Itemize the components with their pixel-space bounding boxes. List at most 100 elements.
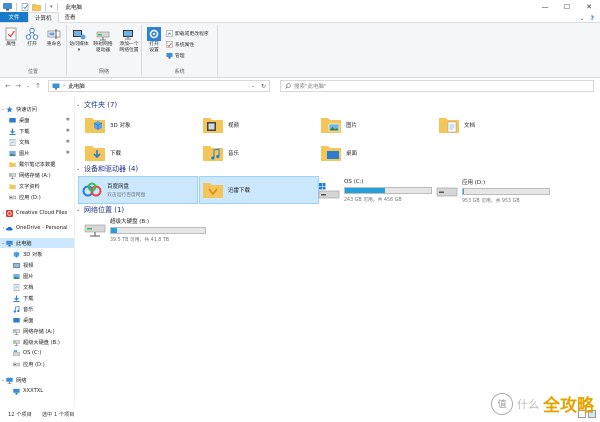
- address-dropdown-icon[interactable]: ⌄: [251, 81, 255, 92]
- nav-item-pictures[interactable]: 图片 ✱: [0, 148, 74, 158]
- forward-button[interactable]: →: [13, 80, 23, 92]
- network-drive-icon: [9, 172, 16, 179]
- up-button[interactable]: ↑: [33, 80, 43, 92]
- tab-computer[interactable]: 计算机: [28, 12, 59, 23]
- folder-music[interactable]: 音乐: [200, 140, 313, 166]
- folder-downloads[interactable]: 下载: [82, 140, 195, 166]
- pin-icon: ✱: [65, 117, 70, 123]
- drive-icon: [9, 195, 16, 199]
- recent-locations-dropdown[interactable]: ⌄: [23, 80, 33, 92]
- nav-pc-super-disk-b[interactable]: 超级大硬盘 (B:): [0, 337, 74, 347]
- pin-icon: ✱: [65, 139, 70, 145]
- drive-usage-fill: [111, 228, 117, 233]
- system-properties-button[interactable]: 系统属性: [166, 41, 194, 48]
- this-pc-icon: [52, 83, 60, 89]
- nav-quick-access[interactable]: ⌄ 快速访问: [0, 104, 74, 114]
- uninstall-icon: [166, 30, 173, 37]
- address-bar[interactable]: › 此电脑 ⌄ ↻: [48, 80, 270, 92]
- collapse-ribbon-icon[interactable]: ⌄: [579, 15, 584, 22]
- drive-usage-fill: [345, 188, 386, 193]
- xunlei-folder-icon: [203, 183, 223, 198]
- nav-pc-downloads[interactable]: 下载: [0, 293, 74, 303]
- content-area: ⌄ 文件夹 (7) 3D 对象 视频 图片 文档 下载 音乐 桌面 ⌄ 设备和驱…: [76, 96, 600, 406]
- nav-pc-pictures[interactable]: 图片: [0, 271, 74, 281]
- expand-chevron-icon[interactable]: ⌄: [0, 210, 6, 216]
- folder-desktop[interactable]: 桌面: [318, 140, 431, 166]
- nav-pc-3d-objects[interactable]: 3D 对象: [0, 249, 74, 259]
- map-network-drive-button[interactable]: 映射网络 驱动器: [92, 27, 114, 54]
- access-media-button[interactable]: 访问媒体 ▾: [69, 27, 89, 54]
- nav-pc-os-c[interactable]: OS (C:): [0, 348, 74, 358]
- nav-item-network-storage-a[interactable]: 网络存储 (A:): [0, 170, 74, 180]
- nav-item-documents[interactable]: 文档 ✱: [0, 137, 74, 147]
- search-box[interactable]: 搜索"此电脑": [280, 80, 594, 92]
- group-header-folders[interactable]: ⌄ 文件夹 (7): [76, 100, 596, 110]
- add-network-location-button[interactable]: 添加一个 网络位置: [117, 27, 141, 54]
- ribbon-group-location: 属性 打开 重命名 位置: [0, 25, 67, 76]
- group-header-devices[interactable]: ⌄ 设备和驱动器 (4): [76, 164, 596, 174]
- nav-this-pc[interactable]: ⌄ 此电脑: [0, 238, 74, 248]
- network-drive-super-disk-b[interactable]: 超级大硬盘 (B:) 39.5 TB 可用，共 41.8 TB: [82, 217, 206, 243]
- search-icon: [285, 83, 291, 89]
- access-media-dropdown-icon: ▾: [77, 48, 81, 53]
- drive-apps-d[interactable]: 应用 (D:) 953 GB 可用，共 953 GB: [434, 178, 552, 204]
- collapse-chevron-icon[interactable]: ⌄: [76, 207, 84, 213]
- help-icon[interactable]: ?: [591, 15, 594, 22]
- expand-chevron-icon[interactable]: ⌄: [0, 225, 6, 231]
- quick-access-dropdown-icon[interactable]: ▾: [50, 4, 53, 10]
- nav-network[interactable]: ⌄ 网络: [0, 375, 74, 385]
- navigation-pane: ⌄ 快速访问 桌面 ✱ 下载 ✱ 文档 ✱ 图片 ✱ 戴尔笔记本数据 网络存储 …: [0, 96, 74, 406]
- uninstall-programs-button[interactable]: 卸载或更改程序: [166, 30, 209, 37]
- minimize-button[interactable]: —: [534, 0, 556, 13]
- collapse-chevron-icon[interactable]: ⌄: [76, 166, 84, 172]
- rename-button[interactable]: 重命名: [44, 27, 64, 48]
- open-settings-button[interactable]: 打开 设置: [145, 27, 163, 54]
- nav-pc-network-storage-a[interactable]: 网络存储 (A:): [0, 326, 74, 336]
- properties-button[interactable]: 属性: [2, 27, 20, 48]
- onedrive-cloud-icon: [6, 226, 13, 230]
- nav-item-dell-data[interactable]: 戴尔笔记本数据: [0, 159, 74, 169]
- nav-pc-apps-d[interactable]: 应用 (D:): [0, 359, 74, 369]
- collapse-chevron-icon[interactable]: ⌄: [76, 102, 84, 108]
- nav-pc-documents[interactable]: 文档: [0, 282, 74, 292]
- settings-gear-icon: [147, 27, 161, 41]
- nav-item-desktop[interactable]: 桌面 ✱: [0, 115, 74, 125]
- tab-view[interactable]: 查看: [59, 12, 82, 22]
- group-header-network-locations[interactable]: ⌄ 网络位置 (1): [76, 205, 596, 215]
- nav-creative-cloud[interactable]: ⌄ Creative Cloud Files: [0, 208, 74, 218]
- back-button[interactable]: ←: [3, 80, 13, 92]
- manage-button[interactable]: 管理: [166, 52, 185, 59]
- maximize-button[interactable]: ☐: [556, 0, 578, 13]
- folder-documents[interactable]: 文档: [436, 112, 549, 138]
- close-button[interactable]: ✕: [578, 0, 600, 13]
- nav-item-downloads[interactable]: 下载 ✱: [0, 126, 74, 136]
- nav-pc-videos[interactable]: 视频: [0, 260, 74, 270]
- watermark: 值 什么 全攻略: [491, 391, 594, 416]
- breadcrumb-separator[interactable]: ›: [63, 83, 65, 89]
- new-folder-quick-icon[interactable]: [32, 3, 41, 11]
- nav-network-xxxtxl[interactable]: XXXTXL: [0, 386, 74, 396]
- music-folder-icon: [203, 146, 223, 161]
- breadcrumb-this-pc[interactable]: 此电脑: [68, 82, 85, 90]
- nav-pc-music[interactable]: 音乐: [0, 304, 74, 314]
- device-xunlei-download[interactable]: 迅雷下载: [199, 176, 319, 204]
- folder-pictures[interactable]: 图片: [318, 112, 431, 138]
- search-placeholder: 搜索"此电脑": [294, 84, 327, 90]
- device-baidu-netdisk[interactable]: 百度网盘 双击运行百度网盘: [78, 176, 198, 204]
- nav-item-apps-d[interactable]: 应用 (D:): [0, 192, 74, 202]
- folder-videos[interactable]: 视频: [200, 112, 313, 138]
- network-drive-icon: [84, 224, 106, 237]
- tab-file[interactable]: 文件: [0, 12, 28, 22]
- nav-item-text-materials[interactable]: 文字资料: [0, 181, 74, 191]
- windows-drive-icon: [13, 349, 20, 356]
- star-icon: [6, 105, 13, 112]
- download-icon: [9, 128, 16, 135]
- drive-os-c[interactable]: OS (C:) 243 GB 可用，共 456 GB: [316, 178, 434, 204]
- properties-quick-icon[interactable]: [21, 2, 30, 11]
- refresh-icon[interactable]: ↻: [261, 81, 266, 92]
- pane-divider[interactable]: [74, 96, 75, 406]
- open-button[interactable]: 打开: [23, 27, 41, 48]
- nav-pc-desktop[interactable]: 桌面: [0, 315, 74, 325]
- nav-onedrive[interactable]: ⌄ OneDrive - Personal: [0, 223, 74, 233]
- folder-3d-objects[interactable]: 3D 对象: [82, 112, 195, 138]
